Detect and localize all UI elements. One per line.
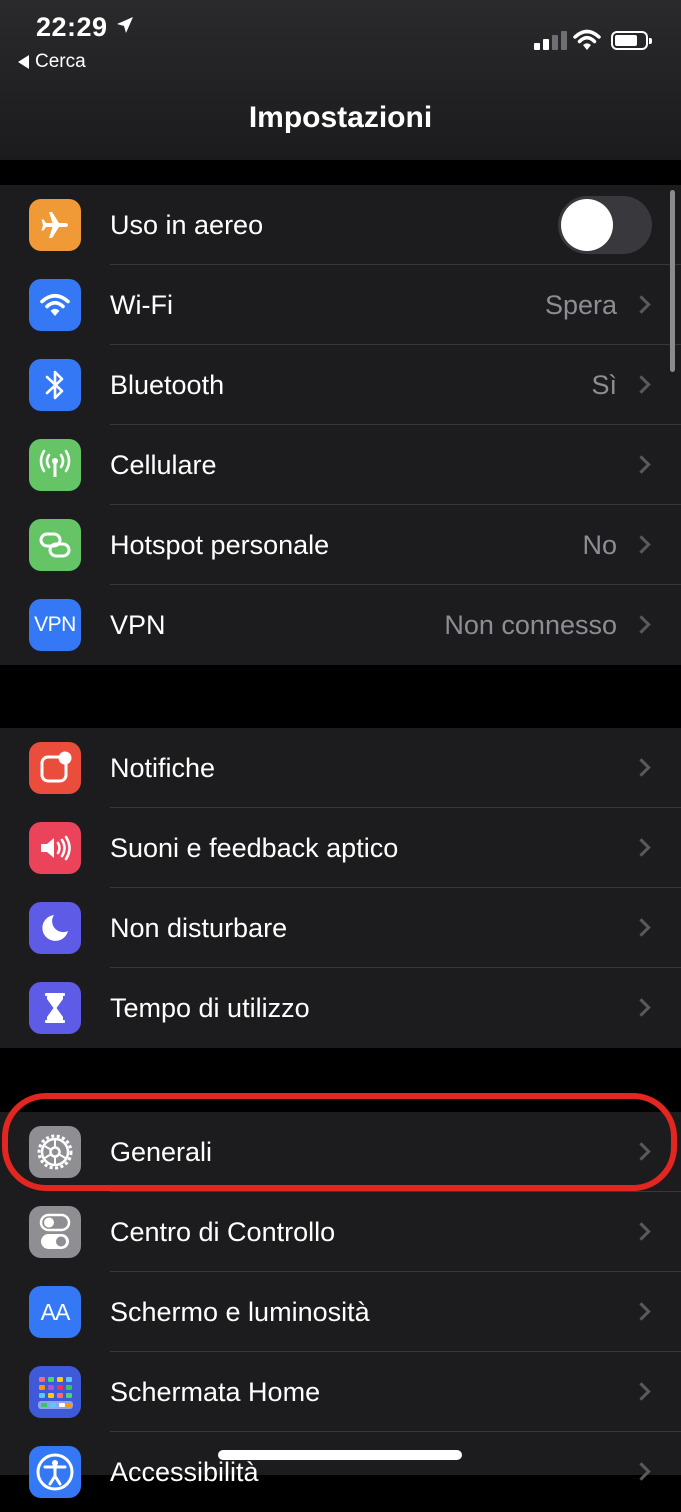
row-vpn[interactable]: VPN VPN Non connesso — [0, 585, 681, 665]
location-arrow-icon — [117, 17, 133, 33]
hotspot-icon — [29, 519, 81, 571]
row-label: Notifiche — [110, 753, 216, 783]
row-display-brightness[interactable]: AA Schermo e luminosità — [0, 1272, 681, 1352]
row-value: No — [582, 530, 617, 560]
settings-group-connectivity: Uso in aereo Wi-Fi Spera Bluetooth Sì Ce… — [0, 185, 681, 665]
row-label: Centro di Controllo — [110, 1217, 336, 1247]
row-label: Non disturbare — [110, 913, 288, 943]
text-size-icon: AA — [29, 1286, 81, 1338]
toggle-knob — [561, 199, 613, 251]
notifications-icon — [29, 742, 81, 794]
chevron-right-icon — [632, 1302, 651, 1321]
chevron-right-icon — [632, 1462, 651, 1481]
row-label: Wi-Fi — [110, 290, 173, 320]
row-value: Non connesso — [444, 610, 617, 640]
chevron-right-icon — [632, 375, 651, 394]
row-sounds-haptics[interactable]: Suoni e feedback aptico — [0, 808, 681, 888]
battery-icon — [611, 31, 652, 50]
page-title: Impostazioni — [248, 101, 433, 134]
row-label: Cellulare — [110, 450, 217, 480]
row-notifications[interactable]: Notifiche — [0, 728, 681, 808]
chevron-right-icon — [632, 838, 651, 857]
back-to-search-link[interactable]: Cerca — [18, 51, 86, 73]
row-value: Spera — [544, 290, 617, 320]
row-label: Uso in aereo — [110, 210, 264, 240]
chevron-right-icon — [632, 998, 651, 1017]
row-wifi[interactable]: Wi-Fi Spera — [0, 265, 681, 345]
row-personal-hotspot[interactable]: Hotspot personale No — [0, 505, 681, 585]
bluetooth-icon — [29, 359, 81, 411]
row-label: Suoni e feedback aptico — [110, 833, 399, 863]
cellular-signal-icon — [534, 30, 567, 50]
chevron-right-icon — [632, 295, 651, 314]
navigation-header: 22:29 Cerca Impostazioni — [0, 0, 681, 160]
row-cellular[interactable]: Cellulare — [0, 425, 681, 505]
chevron-right-icon — [632, 455, 651, 474]
row-label: Schermata Home — [110, 1377, 321, 1407]
home-indicator[interactable] — [218, 1450, 462, 1460]
row-label: Hotspot personale — [110, 530, 330, 560]
control-center-icon — [29, 1206, 81, 1258]
home-screen-icon — [29, 1366, 81, 1418]
row-label: Tempo di utilizzo — [110, 993, 310, 1023]
scroll-indicator[interactable] — [670, 190, 675, 372]
row-value: Sì — [591, 370, 617, 400]
row-label: Accessibilità — [110, 1457, 259, 1487]
chevron-right-icon — [632, 1222, 651, 1241]
row-do-not-disturb[interactable]: Non disturbare — [0, 888, 681, 968]
vpn-icon: VPN — [29, 599, 81, 651]
moon-icon — [29, 902, 81, 954]
back-link-label: Cerca — [35, 51, 86, 72]
airplane-mode-toggle[interactable] — [558, 196, 652, 254]
row-label: VPN — [110, 610, 166, 640]
row-control-center[interactable]: Centro di Controllo — [0, 1192, 681, 1272]
wifi-icon — [29, 279, 81, 331]
row-bluetooth[interactable]: Bluetooth Sì — [0, 345, 681, 425]
settings-group-notifications: Notifiche Suoni e feedback aptico Non di… — [0, 728, 681, 1048]
row-home-screen[interactable]: Schermata Home — [0, 1352, 681, 1432]
status-time: 22:29 — [36, 12, 108, 42]
chevron-right-icon — [632, 535, 651, 554]
antenna-icon — [29, 439, 81, 491]
generali-highlight-annotation — [2, 1093, 677, 1191]
wifi-status-icon — [573, 29, 601, 50]
airplane-icon — [29, 199, 81, 251]
chevron-right-icon — [632, 1382, 651, 1401]
row-label: Schermo e luminosità — [110, 1297, 370, 1327]
row-label: Bluetooth — [110, 370, 225, 400]
speaker-icon — [29, 822, 81, 874]
accessibility-icon — [29, 1446, 81, 1498]
back-arrow-icon — [18, 55, 29, 69]
chevron-right-icon — [632, 918, 651, 937]
chevron-right-icon — [632, 615, 651, 634]
chevron-right-icon — [632, 758, 651, 777]
hourglass-icon — [29, 982, 81, 1034]
row-accessibility[interactable]: Accessibilità — [0, 1432, 681, 1512]
row-screen-time[interactable]: Tempo di utilizzo — [0, 968, 681, 1048]
